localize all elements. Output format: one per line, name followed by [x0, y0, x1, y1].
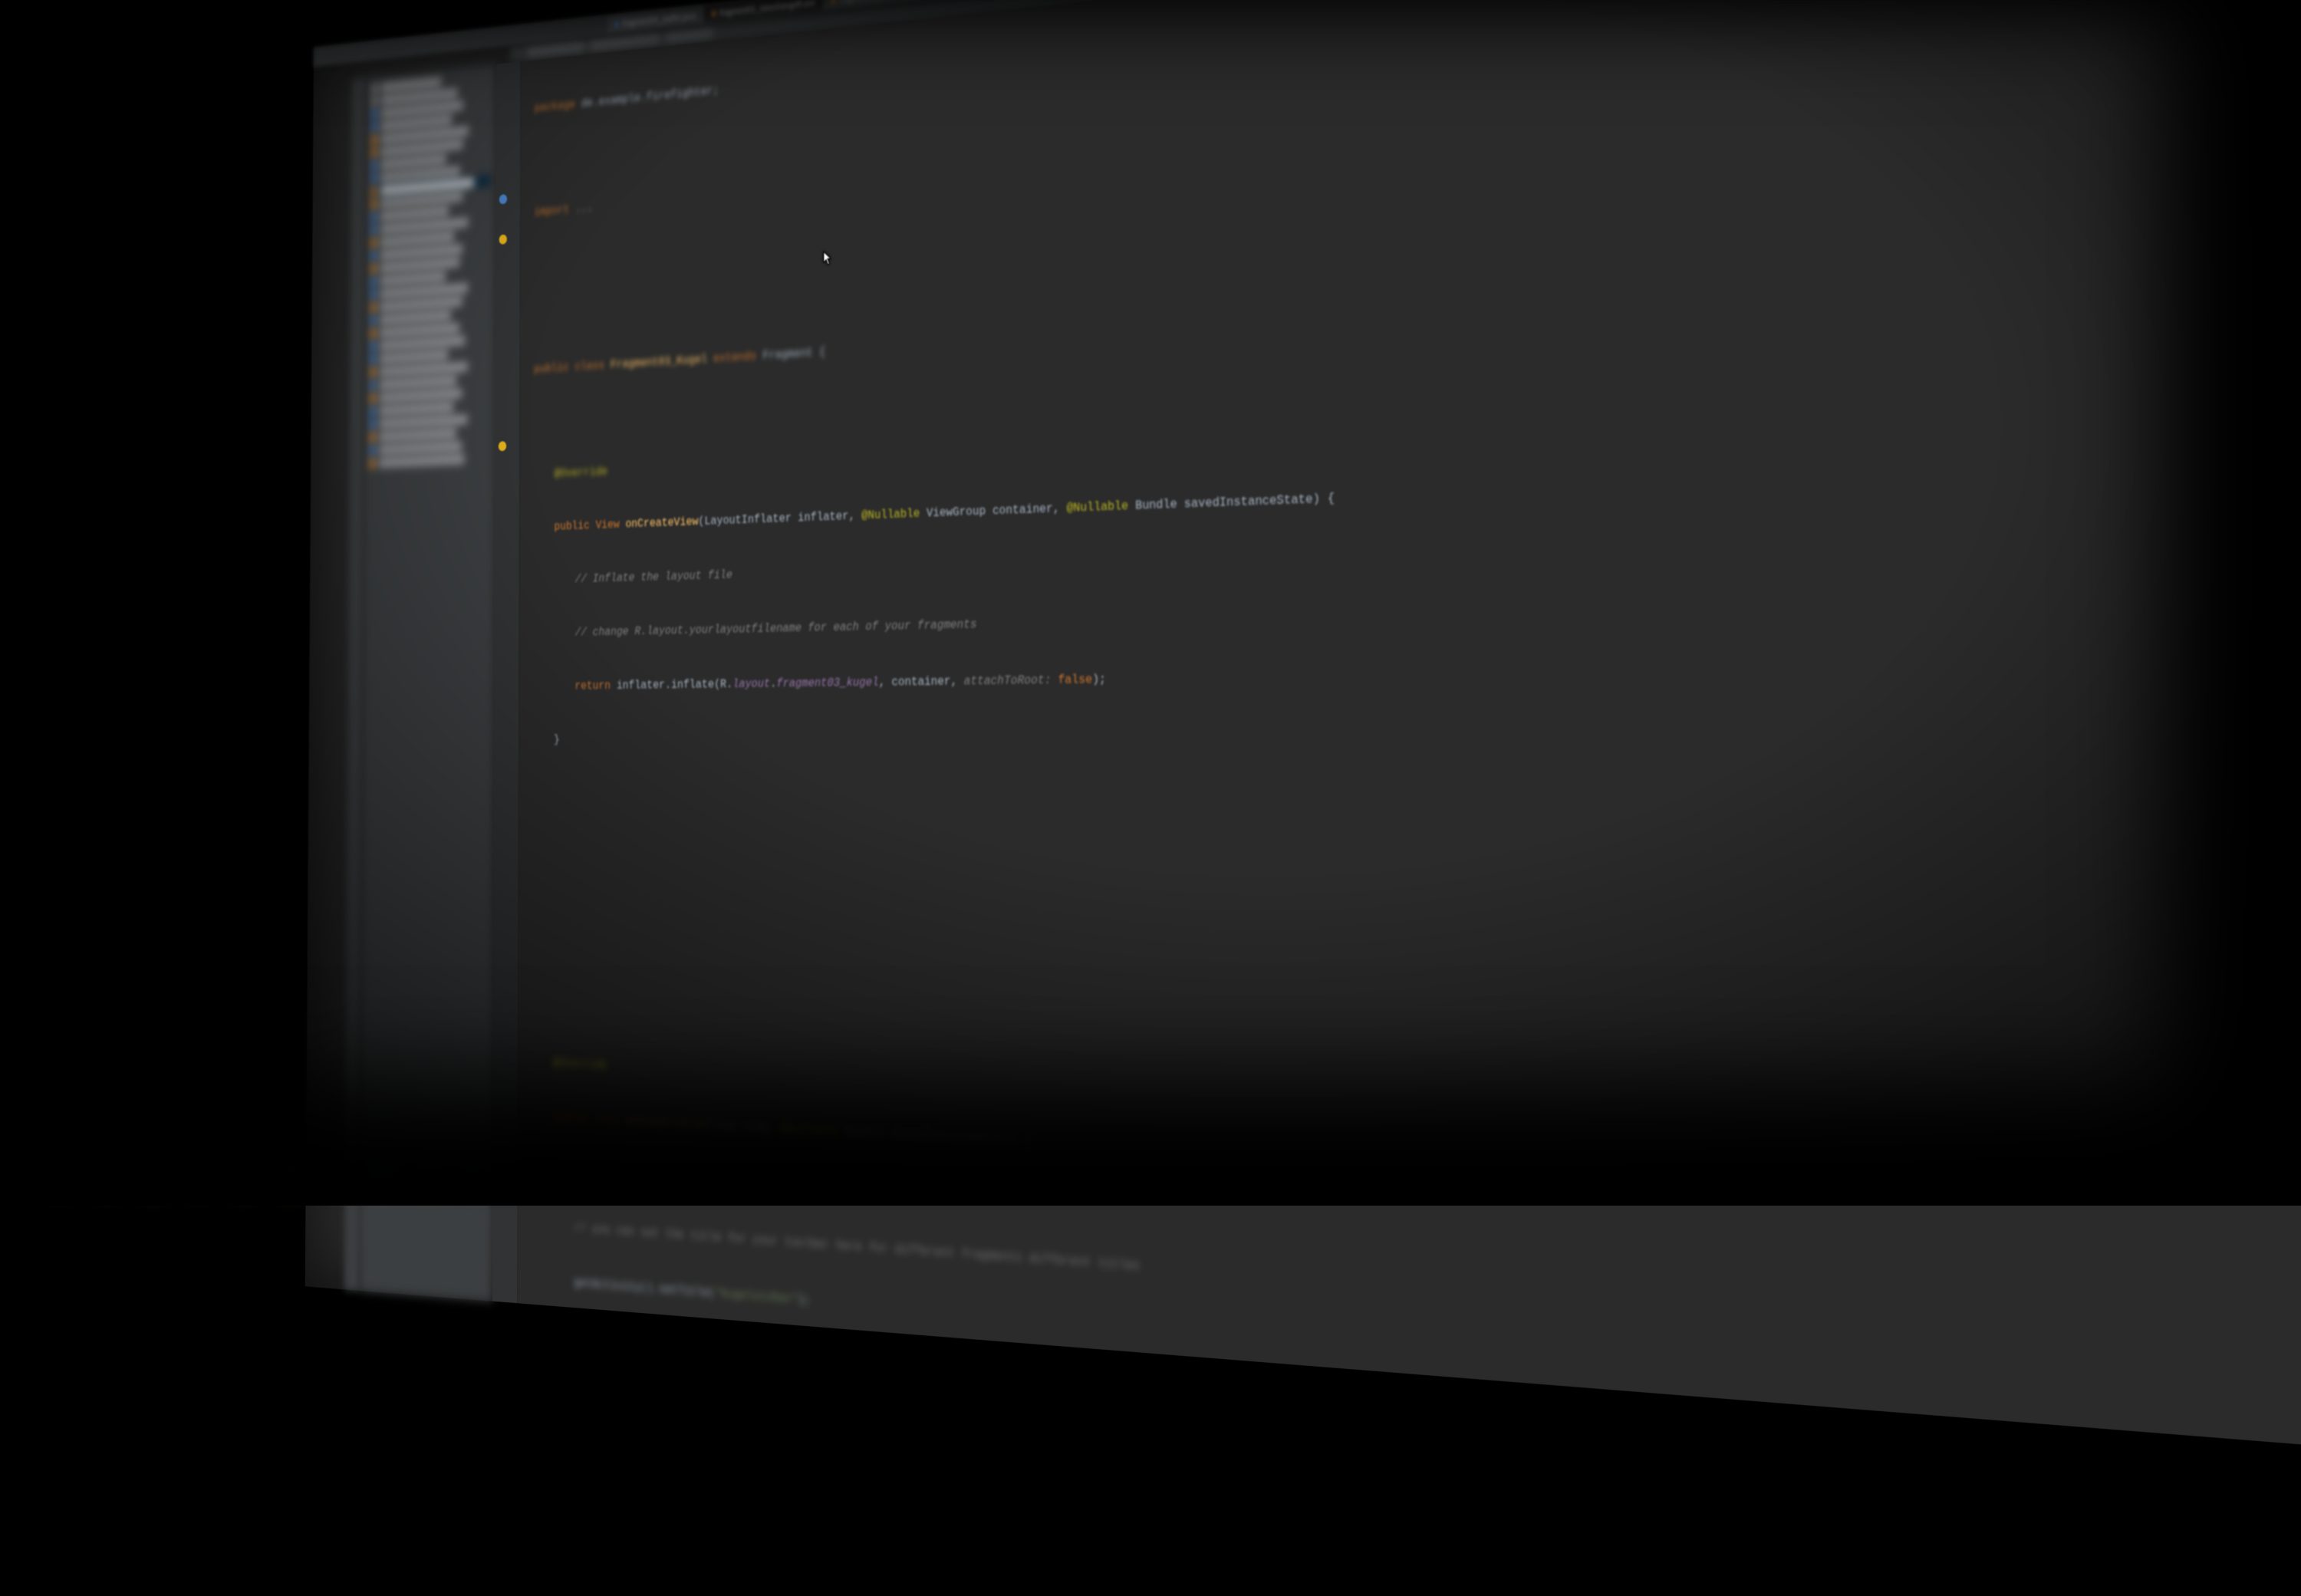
taskbar-bokeh [46, 1164, 489, 1193]
editor-gutter[interactable] [492, 61, 521, 1303]
xml-file-icon [711, 10, 716, 16]
warning-gutter-icon[interactable] [499, 441, 506, 451]
tab-label: fragment04_staffel.java [623, 11, 696, 27]
mouse-cursor-icon [772, 236, 781, 252]
code-editor[interactable]: package de.example.firefighter; import .… [518, 0, 2301, 1473]
ide-window: fragment04_staffel.java fragment01_loesc… [305, 0, 2301, 1482]
project-tree[interactable] [360, 64, 496, 1301]
override-gutter-icon[interactable] [499, 194, 507, 205]
java-file-icon [614, 21, 619, 27]
warning-gutter-icon[interactable] [499, 235, 507, 245]
xml-file-icon [831, 0, 835, 3]
